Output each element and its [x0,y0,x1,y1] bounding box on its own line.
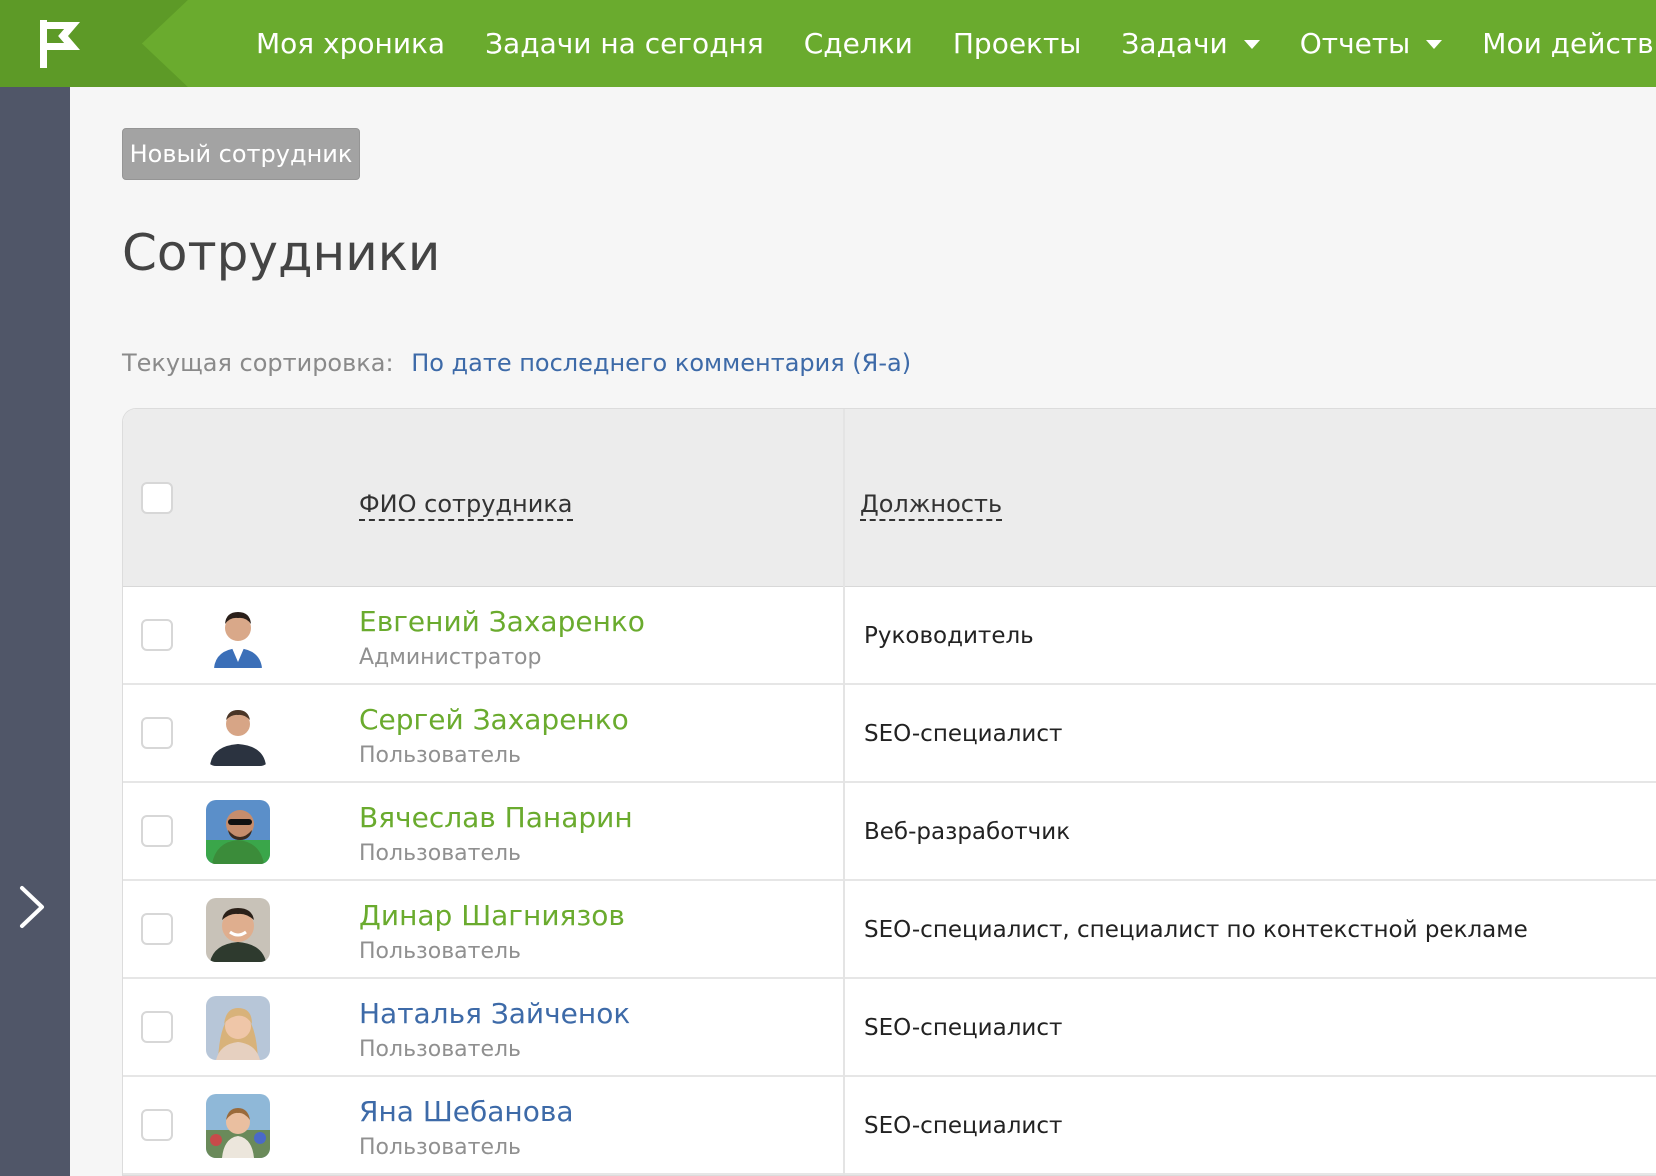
employee-name-link[interactable]: Вячеслав Панарин [359,801,633,834]
nav-item-label: Мои действия [1482,27,1656,60]
caret-down-icon [1243,40,1260,49]
nav-item-label: Сделки [803,27,913,60]
column-header-position[interactable]: Должность [860,489,1003,521]
page-title: Сотрудники [122,224,441,282]
employee-position: SEO-специалист, специалист по контекстно… [864,917,1528,943]
table-row[interactable]: Вячеслав Панарин Пользователь Веб-разработ… [123,783,1656,881]
woman-outdoor-avatar[interactable] [206,1094,270,1158]
sort-label: Текущая сортировка: [122,349,394,377]
nav-item-label: Задачи на сегодня [485,27,764,60]
logo-chevron [138,0,188,87]
nav-item-1[interactable]: Задачи на сегодня [485,27,764,60]
chevron-right-icon[interactable] [14,884,54,930]
nav-item-4[interactable]: Задачи [1121,27,1260,60]
employee-role: Администратор [359,645,542,670]
sidebar [0,87,70,1176]
nav-item-label: Моя хроника [256,27,446,60]
nav-item-0[interactable]: Моя хроника [256,27,445,60]
employee-position: SEO-специалист [864,1113,1063,1139]
employee-role: Пользователь [359,743,522,768]
main-nav: Моя хроника Задачи на сегодня Сделки Проект… [256,0,1656,87]
woman-blonde-avatar[interactable] [206,996,270,1060]
top-navbar: Моя хроника Задачи на сегодня Сделки Проект… [0,0,1656,87]
employee-role: Пользователь [359,1135,522,1160]
employee-name-link[interactable]: Сергей Захаренко [359,703,629,736]
nav-item-label: Отчеты [1299,27,1411,60]
employee-role: Пользователь [359,841,522,866]
employee-name-link[interactable]: Динар Шагниязов [359,899,625,932]
sort-line: Текущая сортировка: По дате последнего к… [122,349,911,377]
row-checkbox[interactable] [141,1011,173,1043]
employee-position: SEO-специалист [864,721,1063,747]
man-smiling-avatar[interactable] [206,898,270,962]
logo-area[interactable] [0,0,142,87]
employee-name-link[interactable]: Яна Шебанова [359,1095,574,1128]
nav-item-2[interactable]: Сделки [804,27,913,60]
column-header-name[interactable]: ФИО сотрудника [359,489,573,521]
nav-item-label: Задачи [1121,27,1228,60]
man-sunglasses-avatar[interactable] [206,800,270,864]
caret-down-icon [1426,40,1443,49]
flag-logo-icon [40,20,80,68]
new-employee-button[interactable]: Новый сотрудник [122,128,360,180]
table-row[interactable]: Наталья Зайченок Пользователь SEO-специали… [123,979,1656,1077]
table-row[interactable]: Сергей Захаренко Пользователь SEO-специали… [123,685,1656,783]
table-row[interactable]: Яна Шебанова Пользователь SEO-специалист [123,1077,1656,1175]
employee-position: Руководитель [864,623,1034,649]
nav-item-3[interactable]: Проекты [953,27,1082,60]
employee-name-link[interactable]: Евгений Захаренко [359,605,645,638]
table-header: ФИО сотрудника Должность [123,409,1656,587]
row-checkbox[interactable] [141,815,173,847]
employee-role: Пользователь [359,939,522,964]
row-checkbox[interactable] [141,913,173,945]
employee-position: Веб-разработчик [864,819,1071,845]
employee-name-link[interactable]: Наталья Зайченок [359,997,630,1030]
man-tshirt-avatar[interactable] [206,702,270,766]
row-checkbox[interactable] [141,619,173,651]
select-all-checkbox[interactable] [141,482,173,514]
employees-table: ФИО сотрудника Должность Евгений Захарен… [122,408,1656,1176]
table-row[interactable]: Динар Шагниязов Пользователь SEO-специалис… [123,881,1656,979]
nav-item-6[interactable]: Мои действия [1482,27,1656,60]
row-checkbox[interactable] [141,717,173,749]
row-checkbox[interactable] [141,1109,173,1141]
sort-link[interactable]: По дате последнего комментария (Я-а) [411,349,911,377]
man-suit-avatar[interactable] [206,604,270,668]
nav-item-5[interactable]: Отчеты [1300,27,1443,60]
nav-item-label: Проекты [952,27,1082,60]
employee-role: Пользователь [359,1037,522,1062]
table-row[interactable]: Евгений Захаренко Администратор Руководите… [123,587,1656,685]
column-divider [843,409,845,1175]
employee-position: SEO-специалист [864,1015,1063,1041]
